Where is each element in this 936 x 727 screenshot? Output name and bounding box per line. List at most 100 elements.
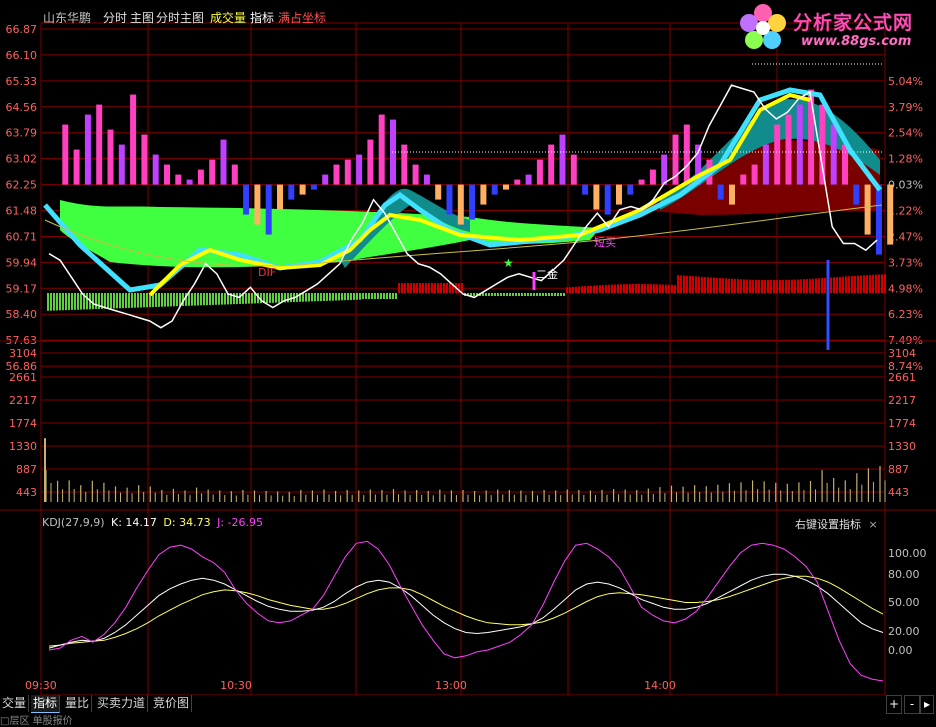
main-force-bar — [188, 293, 190, 306]
main-force-bar — [746, 279, 748, 293]
main-force-bar — [644, 284, 646, 293]
main-force-bar — [662, 284, 664, 293]
status-strip: □层区 单股报价 — [0, 716, 73, 727]
main-force-bar — [440, 283, 442, 293]
main-force-bar — [524, 293, 526, 296]
main-force-bar — [383, 293, 385, 299]
main-force-bar — [836, 277, 838, 293]
tab-buy-sell-power[interactable]: 买卖力道 — [95, 695, 149, 712]
macd-histogram-bar — [740, 174, 747, 185]
main-force-bar — [233, 293, 235, 305]
close-icon[interactable]: × — [869, 518, 878, 531]
main-force-bar — [353, 293, 355, 300]
main-force-bar — [560, 293, 562, 296]
main-force-bar — [776, 279, 778, 293]
macd-histogram-bar — [130, 94, 137, 185]
macd-histogram-bar — [310, 184, 317, 190]
main-force-bar — [425, 283, 427, 293]
macd-histogram-bar — [762, 144, 769, 185]
macd-histogram-bar — [480, 184, 487, 205]
menu-fenshi-zhutu[interactable]: 分时主图 — [156, 9, 204, 26]
macd-histogram-bar — [491, 184, 498, 195]
main-force-bar — [839, 276, 841, 293]
main-force-bar — [437, 283, 439, 293]
main-force-bar — [419, 283, 421, 293]
tab-volume-ratio[interactable]: 量比 — [63, 695, 93, 712]
macd-histogram-bar — [683, 124, 690, 185]
tab-indicator[interactable]: 指标 — [31, 695, 61, 713]
main-force-bar — [320, 293, 322, 302]
menu-indicator[interactable]: 指标 — [250, 9, 274, 26]
macd-histogram-bar — [107, 129, 114, 185]
main-force-bar — [209, 293, 211, 306]
site-logo: 分析家公式网 www.88gs.com — [735, 2, 933, 54]
main-force-bar — [656, 284, 658, 293]
macd-histogram-bar — [322, 174, 329, 185]
indicator-settings-hint[interactable]: 右键设置指标 × — [795, 516, 878, 532]
main-force-bar — [167, 293, 169, 307]
macd-histogram-bar — [254, 184, 261, 225]
main-force-bar — [485, 293, 487, 296]
main-force-bar — [761, 279, 763, 293]
macd-histogram-bar — [288, 184, 295, 200]
macd-histogram-bar — [333, 164, 340, 185]
macd-histogram-bar — [503, 184, 509, 190]
macd-histogram-bar — [842, 144, 848, 185]
main-force-bar — [614, 284, 616, 293]
bottom-tab-bar: 交量 指标 量比 买卖力道 竞价图 + - ▸ — [0, 695, 936, 717]
main-force-bar — [800, 279, 802, 293]
main-force-bar — [575, 286, 577, 293]
main-force-bar — [74, 293, 76, 310]
price-tick-label: 66.10 — [6, 49, 38, 62]
zoom-in-button[interactable]: + — [886, 695, 902, 714]
menu-volume[interactable]: 成交量 — [210, 9, 246, 26]
main-force-bar — [563, 293, 565, 296]
scroll-right-icon[interactable]: ▸ — [920, 695, 934, 714]
main-force-bar — [554, 293, 556, 296]
main-force-bar — [155, 293, 157, 307]
main-force-bar — [434, 283, 436, 293]
main-force-bar — [863, 275, 865, 293]
time-tick-label: 09:30 — [25, 679, 57, 692]
main-force-bar — [713, 277, 715, 293]
main-force-bar — [536, 293, 538, 296]
macd-histogram-bar — [435, 184, 442, 200]
main-force-bar — [53, 293, 55, 311]
main-force-bar — [158, 293, 160, 307]
main-force-bar — [422, 283, 424, 293]
menu-fenshi[interactable]: 分时 — [103, 9, 127, 26]
menu-fullcoord[interactable]: 满占坐标 — [278, 9, 326, 26]
logo-title: 分析家公式网 — [793, 12, 914, 34]
macd-histogram-bar — [819, 104, 826, 185]
main-force-bar — [527, 293, 529, 296]
main-force-bar — [833, 277, 835, 293]
main-force-bar — [764, 279, 766, 293]
tab-volume[interactable]: 交量 — [0, 695, 30, 712]
pct-tick-label: 6.23% — [888, 308, 923, 321]
main-force-bar — [305, 293, 307, 302]
main-force-bar — [200, 293, 202, 306]
price-tick-label: 63.02 — [6, 153, 38, 166]
price-tick-label: 64.56 — [6, 101, 38, 114]
macd-histogram-bar — [73, 149, 80, 185]
indicator-settings-label: 右键设置指标 — [795, 518, 861, 531]
main-force-bar — [497, 293, 499, 296]
menu-zhutu[interactable]: 主图 — [130, 9, 154, 26]
main-force-bar — [134, 293, 136, 308]
macd-histogram-bar — [582, 184, 589, 195]
main-force-bar — [218, 293, 220, 305]
main-force-bar — [671, 284, 673, 293]
main-force-bar — [821, 278, 823, 293]
macd-histogram-bar — [457, 184, 464, 225]
zoom-out-button[interactable]: - — [904, 695, 920, 714]
main-force-bar — [251, 293, 253, 304]
macd-histogram-bar — [96, 104, 103, 185]
main-force-bar — [500, 293, 502, 296]
main-force-bar — [410, 283, 412, 293]
main-force-bar — [59, 293, 61, 311]
main-force-bar — [680, 275, 682, 293]
macd-histogram-bar — [853, 184, 860, 205]
tab-auction-chart[interactable]: 竞价图 — [151, 695, 193, 712]
main-force-bar — [146, 293, 148, 308]
chart-canvas[interactable]: 66.8766.1065.33 5.04%64.56 3.79%63.79 2.54%… — [0, 0, 936, 695]
